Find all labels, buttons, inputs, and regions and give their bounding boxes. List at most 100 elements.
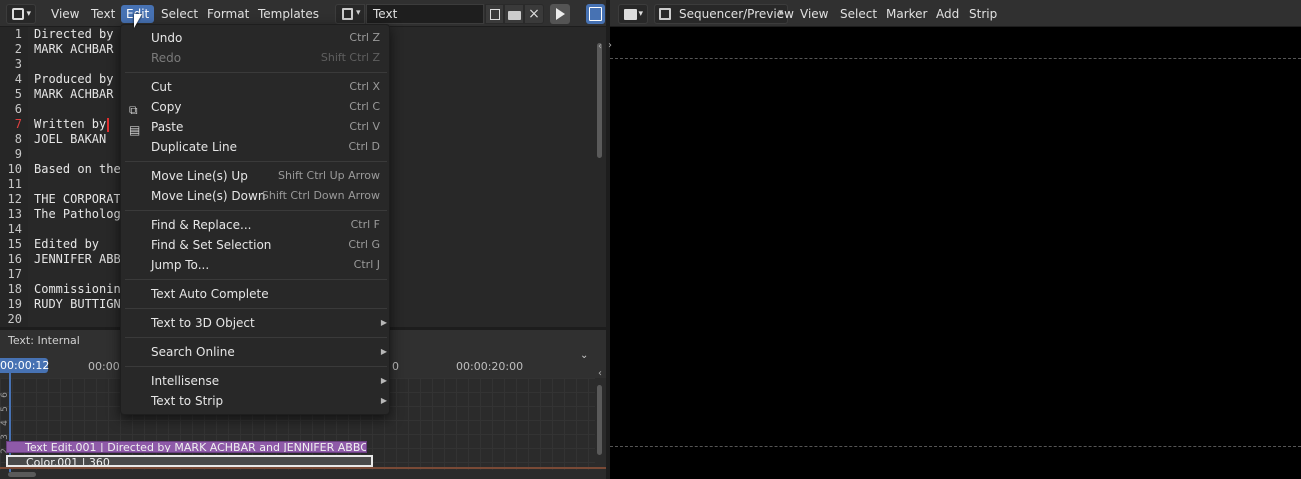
sequencer-header: ▾ Sequencer/Preview ▾ View Select Marker… [610, 0, 1301, 27]
menu-item-label: Find & Replace... [151, 218, 252, 232]
sidebar-toggle-icon[interactable]: ‹ [598, 368, 602, 379]
bottom-border [0, 467, 606, 469]
line-numbers-toggle[interactable] [586, 4, 605, 24]
seq-menu-select[interactable]: Select [835, 5, 882, 23]
line-number: 2 [14, 42, 22, 56]
menu-item-label: Redo [151, 51, 182, 65]
line-number: 19 [7, 297, 22, 311]
menu-item-label: Move Line(s) Down [151, 189, 266, 203]
menu-item-move-line-s-down[interactable]: Move Line(s) Down Shift Ctrl Down Arrow [121, 186, 391, 206]
menu-item-label: Text to Strip [151, 394, 224, 408]
duplicate-icon [490, 9, 500, 20]
editor-type-selector[interactable]: ▾ [6, 4, 36, 24]
menu-view[interactable]: View [46, 5, 84, 23]
horizontal-scrollbar[interactable] [8, 472, 36, 477]
menu-item-jump-to[interactable]: Jump To... Ctrl J [121, 255, 391, 275]
menu-item-copy[interactable]: ⧉ Copy Ctrl C [121, 97, 391, 117]
line-text: Edited by [34, 237, 100, 251]
edit-menu-dropdown: Undo Ctrl Z Redo Shift Ctrl Z Cut Ctrl X ⧉ Copy… [120, 24, 390, 415]
menu-item-intellisense[interactable]: Intellisense ▶ [121, 371, 391, 391]
text-status-label: Text: Internal [8, 334, 80, 347]
menu-item-search-online[interactable]: Search Online ▶ [121, 342, 391, 362]
line-number: 1 [14, 27, 22, 41]
line-number: 20 [7, 312, 22, 326]
menu-item-text-auto-complete[interactable]: Text Auto Complete [121, 284, 391, 304]
menu-item-undo[interactable]: Undo Ctrl Z [121, 28, 391, 48]
line-number: 4 [14, 72, 22, 86]
menu-item-shortcut: Ctrl F [350, 218, 380, 231]
line-number: 17 [7, 267, 22, 281]
menu-separator [125, 279, 387, 280]
menu-item-paste[interactable]: ▤ Paste Ctrl V [121, 117, 391, 137]
menu-item-duplicate-line[interactable]: Duplicate Line Ctrl D [121, 137, 391, 157]
run-script-button[interactable] [550, 4, 570, 24]
menu-text[interactable]: Text [86, 5, 120, 23]
color-strip[interactable]: Color.001 | 360 [6, 455, 373, 467]
line-text: MARK ACHBAR a [34, 87, 128, 101]
sidebar-toggle-icon[interactable]: ‹ [598, 41, 602, 52]
menu-item-shortcut: Ctrl X [349, 80, 380, 93]
menu-item-cut[interactable]: Cut Ctrl X [121, 77, 391, 97]
line-text: The Patholog [34, 207, 121, 221]
preview-safe-area-bottom [610, 446, 1301, 447]
menu-item-label: Cut [151, 80, 172, 94]
menu-item-shortcut: Ctrl Z [349, 31, 380, 44]
menu-item-text-to-strip[interactable]: Text to Strip ▶ [121, 391, 391, 411]
text-editor-icon [12, 8, 24, 20]
text-datablock-browse[interactable]: ▾ [335, 4, 365, 24]
text-line[interactable]: Edited by [34, 237, 99, 252]
tick-label: 00:00:20:00 [456, 360, 524, 373]
preview-safe-area-top [610, 58, 1301, 59]
text-datablock-name[interactable]: Text [366, 4, 484, 24]
open-text-button[interactable] [504, 4, 524, 24]
text-strip[interactable]: Text Edit.001 | Directed by MARK ACHBAR … [6, 441, 367, 453]
seq-menu-marker[interactable]: Marker [881, 5, 932, 23]
menu-select[interactable]: Select [156, 5, 203, 23]
line-number: 18 [7, 282, 22, 296]
menu-item-move-line-s-up[interactable]: Move Line(s) Up Shift Ctrl Up Arrow [121, 166, 391, 186]
line-text: Written by [34, 117, 107, 131]
channel-number: 4 [0, 420, 10, 426]
menu-separator [125, 337, 387, 338]
menu-item-find-set-selection[interactable]: Find & Set Selection Ctrl G [121, 235, 391, 255]
menu-item-label: Duplicate Line [151, 140, 237, 154]
seq-menu-strip[interactable]: Strip [964, 5, 1002, 23]
text-line[interactable]: JOEL BAKAN [34, 132, 106, 147]
submenu-arrow-icon: ▶ [380, 347, 387, 356]
line-number: 6 [14, 102, 22, 116]
chevron-down-icon: ▾ [356, 8, 361, 18]
line-number: 8 [14, 132, 22, 146]
seq-menu-view[interactable]: View [795, 5, 833, 23]
play-icon [556, 8, 565, 20]
menu-separator [125, 366, 387, 367]
tick-label: 0 [392, 360, 399, 373]
text-line[interactable]: Written by [34, 117, 106, 132]
text-line[interactable]: Produced by [34, 72, 113, 87]
text-scrollbar[interactable] [597, 43, 602, 158]
folder-icon [508, 11, 521, 20]
menu-item-text-to-3d-object[interactable]: Text to 3D Object ▶ [121, 313, 391, 333]
line-text: Produced by [34, 72, 114, 86]
view-type-dropdown[interactable]: Sequencer/Preview ▾ [654, 4, 794, 24]
line-number: 16 [7, 252, 22, 266]
new-text-button[interactable] [485, 4, 504, 24]
mouse-cursor [134, 14, 142, 28]
menu-item-label: Undo [151, 31, 183, 45]
menu-item-label: Copy [151, 100, 182, 114]
chevron-down-icon[interactable]: ⌄ [580, 350, 588, 361]
sidebar-toggle-icon[interactable]: › [608, 40, 612, 51]
menu-templates[interactable]: Templates [253, 5, 324, 23]
editor-type-selector[interactable]: ▾ [618, 4, 648, 24]
timeline-scrollbar[interactable] [597, 385, 602, 455]
seq-menu-add[interactable]: Add [931, 5, 964, 23]
text-line[interactable]: Directed by [34, 27, 113, 42]
sequencer-preview[interactable]: › [608, 27, 1301, 479]
menu-item-label: Jump To... [151, 258, 210, 272]
unlink-text-button[interactable]: × [524, 4, 544, 24]
line-text: JOEL BAKAN [34, 132, 107, 146]
menu-format[interactable]: Format [202, 5, 254, 23]
menu-item-find-replace[interactable]: Find & Replace... Ctrl F [121, 215, 391, 235]
menu-item-shortcut: Shift Ctrl Up Arrow [278, 169, 380, 182]
menu-item-label: Text Auto Complete [151, 287, 269, 301]
current-frame-indicator[interactable]: 00:00:12 [0, 358, 49, 373]
